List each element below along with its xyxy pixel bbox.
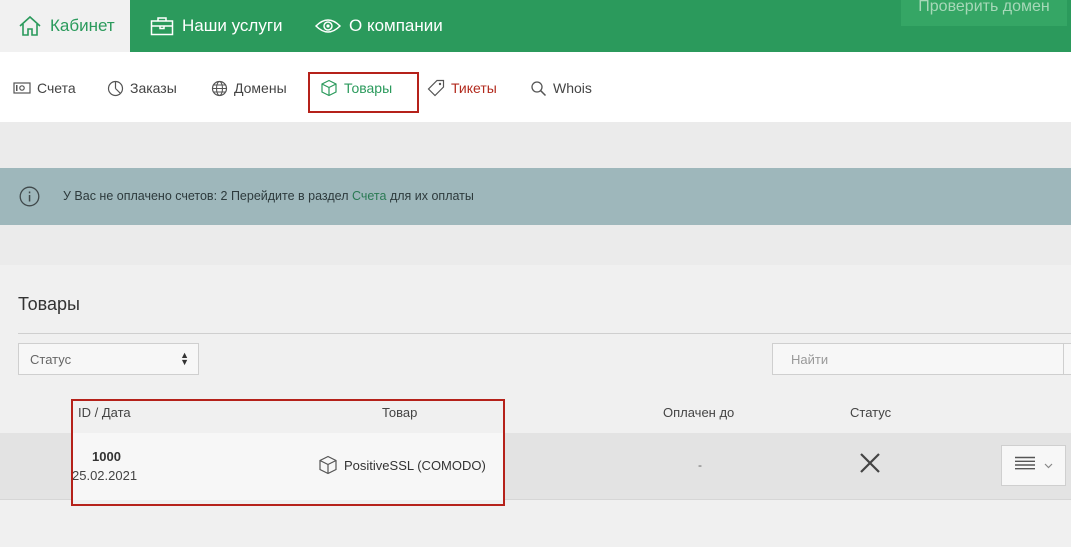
sub-navbar: Счета Заказы Домены Товары Тикеты Whois [0,52,1071,122]
top-navbar: Кабинет Наши услуги О компании Проверить… [0,0,1071,52]
search-input[interactable]: Найти [772,343,1071,375]
nav-about-label: О компании [349,16,443,35]
tag-icon [427,79,445,97]
nav-services-label: Наши услуги [182,16,283,35]
subnav-whois-label: Whois [553,80,592,96]
alert-invoices-link[interactable]: Счета [352,189,386,203]
subnav-domains[interactable]: Домены [211,78,287,98]
list-menu-icon [1014,456,1036,475]
select-arrows-icon: ▲ ▼ [180,350,189,367]
briefcase-icon [150,16,174,36]
header-status[interactable]: Статус [850,405,891,420]
status-filter-select[interactable]: Статус ▲ ▼ [18,343,199,375]
subnav-invoices[interactable]: Счета [13,78,76,98]
subnav-domains-label: Домены [234,80,287,96]
search-button[interactable] [1063,343,1071,375]
info-icon [19,186,40,210]
check-domain-label: Проверить домен [918,0,1050,15]
subnav-invoices-label: Счета [37,80,76,96]
close-icon [859,452,881,479]
pie-chart-icon [107,80,124,97]
search-icon [530,80,547,97]
check-domain-button[interactable]: Проверить домен [901,0,1067,26]
alert-text-after: для их оплаты [386,189,474,203]
subnav-whois[interactable]: Whois [530,78,592,98]
home-icon [18,15,42,37]
alert-text-before: У Вас не оплачено счетов: 2 Перейдите в … [63,189,352,203]
alert-text: У Вас не оплачено счетов: 2 Перейдите в … [63,189,474,203]
nav-about[interactable]: О компании [315,0,443,52]
unpaid-invoices-alert: У Вас не оплачено счетов: 2 Перейдите в … [0,168,1071,225]
subnav-orders[interactable]: Заказы [107,78,177,98]
eye-icon [315,17,341,35]
nav-services[interactable]: Наши услуги [150,0,283,52]
subnav-orders-label: Заказы [130,80,177,96]
page-title: Товары [18,294,80,314]
nav-cabinet-label: Кабинет [50,16,115,35]
search-placeholder: Найти [791,351,829,367]
header-paid-until[interactable]: Оплачен до [663,405,734,420]
row-actions-button[interactable] [1001,445,1066,486]
highlight-product-row [71,399,505,506]
money-icon [13,82,31,94]
nav-cabinet[interactable]: Кабинет [0,0,130,52]
divider [18,333,1071,334]
subnav-tickets-label: Тикеты [451,80,497,96]
highlight-products-tab [308,72,419,113]
status-filter-value: Статус [30,351,72,367]
globe-icon [211,80,228,97]
subnav-tickets[interactable]: Тикеты [427,78,497,98]
chevron-down-icon [1044,463,1053,469]
row-paid-until: - [698,458,702,472]
